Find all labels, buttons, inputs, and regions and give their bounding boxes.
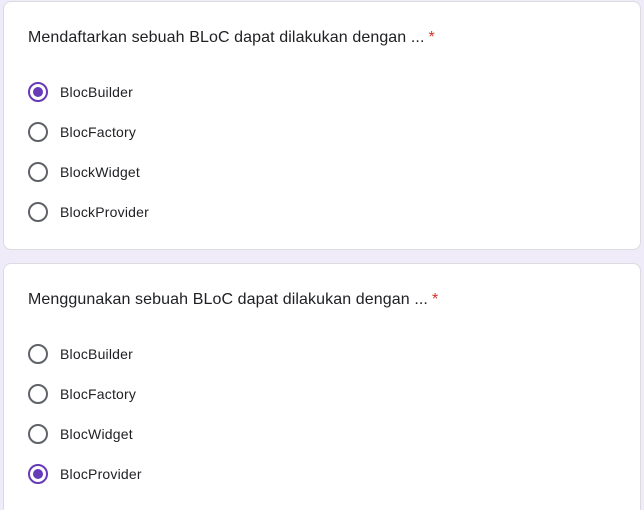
radio-option-label: BlockProvider — [60, 204, 149, 220]
radio-option-label: BlocProvider — [60, 466, 142, 482]
radio-button[interactable] — [28, 202, 48, 222]
radio-option[interactable]: BlocWidget — [28, 414, 142, 454]
radio-group: BlocBuilder BlocFactory BlockWidget Bloc… — [28, 72, 149, 232]
radio-option[interactable]: BlockProvider — [28, 192, 149, 232]
radio-option[interactable]: BlocFactory — [28, 374, 142, 414]
radio-option[interactable]: BlockWidget — [28, 152, 149, 192]
radio-option[interactable]: BlocProvider — [28, 454, 142, 494]
required-asterisk: * — [428, 29, 435, 46]
question-card-1: Mendaftarkan sebuah BLoC dapat dilakukan… — [3, 1, 641, 250]
radio-button[interactable] — [28, 82, 48, 102]
radio-group: BlocBuilder BlocFactory BlocWidget BlocP… — [28, 334, 142, 494]
question-card-2: Menggunakan sebuah BLoC dapat dilakukan … — [3, 263, 641, 510]
required-asterisk: * — [431, 291, 439, 308]
question-title: Mendaftarkan sebuah BLoC dapat dilakukan… — [28, 29, 435, 47]
radio-option-label: BlocBuilder — [60, 346, 134, 362]
radio-option-label: BlocWidget — [60, 426, 133, 442]
radio-option-label: BlocFactory — [60, 386, 137, 402]
radio-option[interactable]: BlocBuilder — [28, 334, 142, 374]
question-title: Menggunakan sebuah BLoC dapat dilakukan … — [28, 291, 438, 309]
question-text: Mendaftarkan sebuah BLoC dapat dilakukan… — [28, 29, 425, 46]
radio-option[interactable]: BlocFactory — [28, 112, 149, 152]
radio-button[interactable] — [28, 464, 48, 484]
radio-button[interactable] — [28, 384, 48, 404]
radio-button[interactable] — [28, 122, 48, 142]
radio-option-label: BlocFactory — [60, 124, 137, 140]
radio-option-label: BlockWidget — [60, 164, 141, 180]
radio-button[interactable] — [28, 162, 48, 182]
radio-button[interactable] — [28, 344, 48, 364]
question-text: Menggunakan sebuah BLoC dapat dilakukan … — [28, 291, 428, 308]
radio-option[interactable]: BlocBuilder — [28, 72, 149, 112]
radio-option-label: BlocBuilder — [60, 84, 134, 100]
radio-button[interactable] — [28, 424, 48, 444]
